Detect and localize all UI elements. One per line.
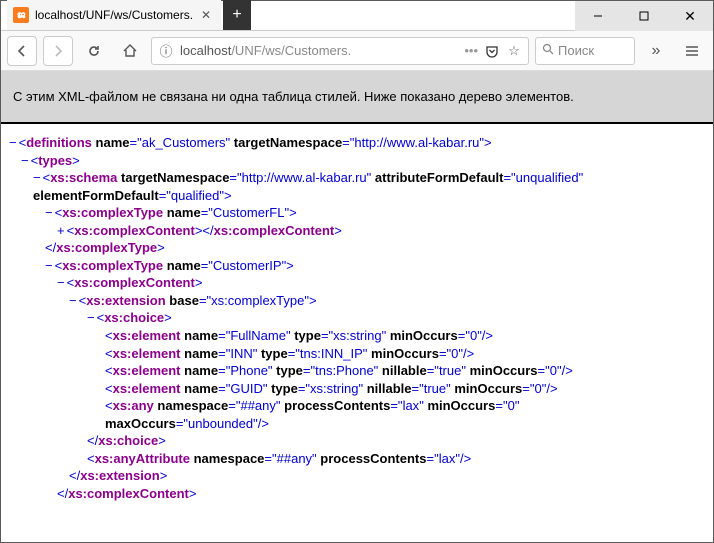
stylesheet-warning: С этим XML-файлом не связана ни одна таб… xyxy=(1,71,713,124)
page-actions-icon[interactable]: ••• xyxy=(464,43,478,58)
maximize-icon xyxy=(639,11,649,21)
close-window-button[interactable]: ✕ xyxy=(667,1,713,31)
collapse-toggle[interactable]: − xyxy=(21,153,31,168)
collapse-toggle[interactable]: − xyxy=(45,205,55,220)
reload-button[interactable] xyxy=(79,36,109,66)
search-placeholder: Поиск xyxy=(558,43,594,58)
xampp-favicon: ജ xyxy=(13,7,29,23)
close-tab-icon[interactable]: ✕ xyxy=(199,8,213,22)
back-button[interactable] xyxy=(7,36,37,66)
minimize-icon xyxy=(593,11,603,21)
menu-button[interactable] xyxy=(677,43,707,59)
bookmark-star-icon[interactable]: ☆ xyxy=(506,43,522,59)
window-controls: ✕ xyxy=(575,1,713,30)
url-text: localhost/UNF/ws/Customers. xyxy=(180,43,458,58)
overflow-button[interactable]: » xyxy=(641,42,671,60)
maximize-button[interactable] xyxy=(621,1,667,31)
info-icon[interactable]: ⓘ xyxy=(158,43,174,59)
expand-toggle[interactable]: + xyxy=(57,223,67,238)
collapse-toggle[interactable]: − xyxy=(33,170,43,185)
tab-strip: ജ localhost/UNF/ws/Customers. ✕ + xyxy=(1,1,251,30)
forward-button[interactable] xyxy=(43,36,73,66)
collapse-toggle[interactable]: − xyxy=(87,310,97,325)
xml-tree: −<definitions name="ak_Customers" target… xyxy=(1,124,713,539)
hamburger-icon xyxy=(684,43,700,59)
search-bar[interactable]: Поиск xyxy=(535,37,635,65)
forward-icon xyxy=(50,43,66,59)
tab-title: localhost/UNF/ws/Customers. xyxy=(35,8,193,22)
minimize-button[interactable] xyxy=(575,1,621,31)
pocket-icon[interactable] xyxy=(484,43,500,59)
reload-icon xyxy=(86,43,102,59)
new-tab-button[interactable]: + xyxy=(223,0,251,30)
back-icon xyxy=(14,43,30,59)
collapse-toggle[interactable]: − xyxy=(9,135,19,150)
titlebar: ജ localhost/UNF/ws/Customers. ✕ + ✕ xyxy=(1,1,713,31)
home-button[interactable] xyxy=(115,36,145,66)
active-tab[interactable]: ജ localhost/UNF/ws/Customers. ✕ xyxy=(7,0,221,30)
collapse-toggle[interactable]: − xyxy=(69,293,79,308)
search-icon xyxy=(542,43,554,58)
home-icon xyxy=(122,43,138,59)
collapse-toggle[interactable]: − xyxy=(45,258,55,273)
warning-text: С этим XML-файлом не связана ни одна таб… xyxy=(13,89,574,104)
address-bar[interactable]: ⓘ localhost/UNF/ws/Customers. ••• ☆ xyxy=(151,37,529,65)
collapse-toggle[interactable]: − xyxy=(57,275,67,290)
nav-toolbar: ⓘ localhost/UNF/ws/Customers. ••• ☆ Поис… xyxy=(1,31,713,71)
